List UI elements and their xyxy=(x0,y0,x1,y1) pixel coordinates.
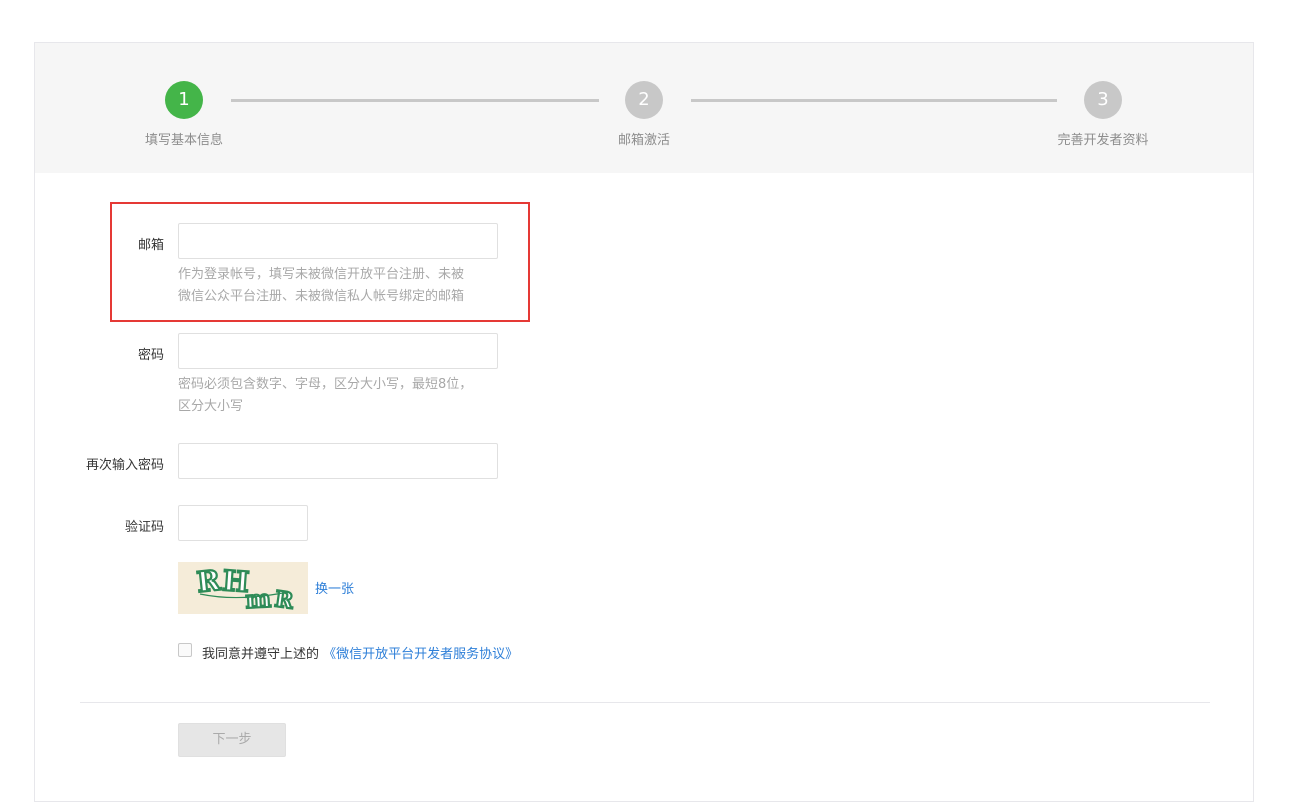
step-2-label: 邮箱激活 xyxy=(617,133,670,148)
captcha-input[interactable] xyxy=(178,505,308,541)
captcha-image[interactable]: R H m R xyxy=(178,562,308,616)
captcha-char-r: R xyxy=(195,564,222,599)
confirm-password-label: 再次输入密码 xyxy=(85,458,164,473)
agreement-checkbox[interactable] xyxy=(178,643,192,657)
captcha-svg: R H m R xyxy=(194,563,297,616)
confirm-password-input[interactable] xyxy=(178,443,498,479)
step-connector-2 xyxy=(691,99,1057,102)
step-progress: 1 填写基本信息 2 邮箱激活 3 完善开发者资料 xyxy=(35,43,1253,173)
step-1-label: 填写基本信息 xyxy=(144,133,223,148)
captcha-label: 验证码 xyxy=(124,520,164,535)
step-2-circle: 2 xyxy=(625,81,663,119)
registration-card: 1 填写基本信息 2 邮箱激活 3 完善开发者资料 xyxy=(34,42,1254,802)
step-3-label: 完善开发者资料 xyxy=(1057,133,1149,148)
password-tip-line-1: 密码必须包含数字、字母，区分大小写，最短8位， xyxy=(178,377,473,392)
password-input[interactable] xyxy=(178,333,498,369)
agreement-text: 我同意并遵守上述的 xyxy=(202,647,320,662)
email-tip: 作为登录帐号，填写未被微信开放平台注册、未被 微信公众平台注册、未被微信私人帐号… xyxy=(178,264,464,308)
captcha-refresh-link[interactable]: 换一张 xyxy=(315,578,354,597)
email-tip-line-1: 作为登录帐号，填写未被微信开放平台注册、未被 xyxy=(178,267,465,282)
password-tip: 密码必须包含数字、字母，区分大小写，最短8位， 区分大小写 xyxy=(178,374,472,418)
step-connector-1 xyxy=(231,99,599,102)
agreement-row: 我同意并遵守上述的 《微信开放平台开发者服务协议》 xyxy=(202,643,518,662)
agreement-link[interactable]: 《微信开放平台开发者服务协议》 xyxy=(323,647,518,662)
password-tip-line-2: 区分大小写 xyxy=(178,399,244,414)
step-1-circle: 1 xyxy=(165,81,203,119)
email-input[interactable] xyxy=(178,223,498,259)
next-step-button[interactable]: 下一步 xyxy=(178,723,286,757)
captcha-char-r2: R xyxy=(273,586,295,614)
captcha-char-m: m xyxy=(245,584,272,614)
form-divider xyxy=(80,702,1210,703)
email-tip-line-2: 微信公众平台注册、未被微信私人帐号绑定的邮箱 xyxy=(178,289,465,304)
password-label: 密码 xyxy=(137,348,164,363)
step-3-circle: 3 xyxy=(1084,81,1122,119)
email-label: 邮箱 xyxy=(137,238,164,253)
